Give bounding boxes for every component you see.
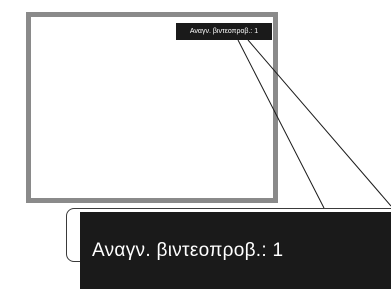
playback-count-badge-zoomed: Αναγν. βιντεοπροβ.: 1 [80,212,391,289]
video-preview-frame [26,12,278,203]
playback-count-badge: Αναγν. βιντεοπροβ.: 1 [176,23,272,40]
